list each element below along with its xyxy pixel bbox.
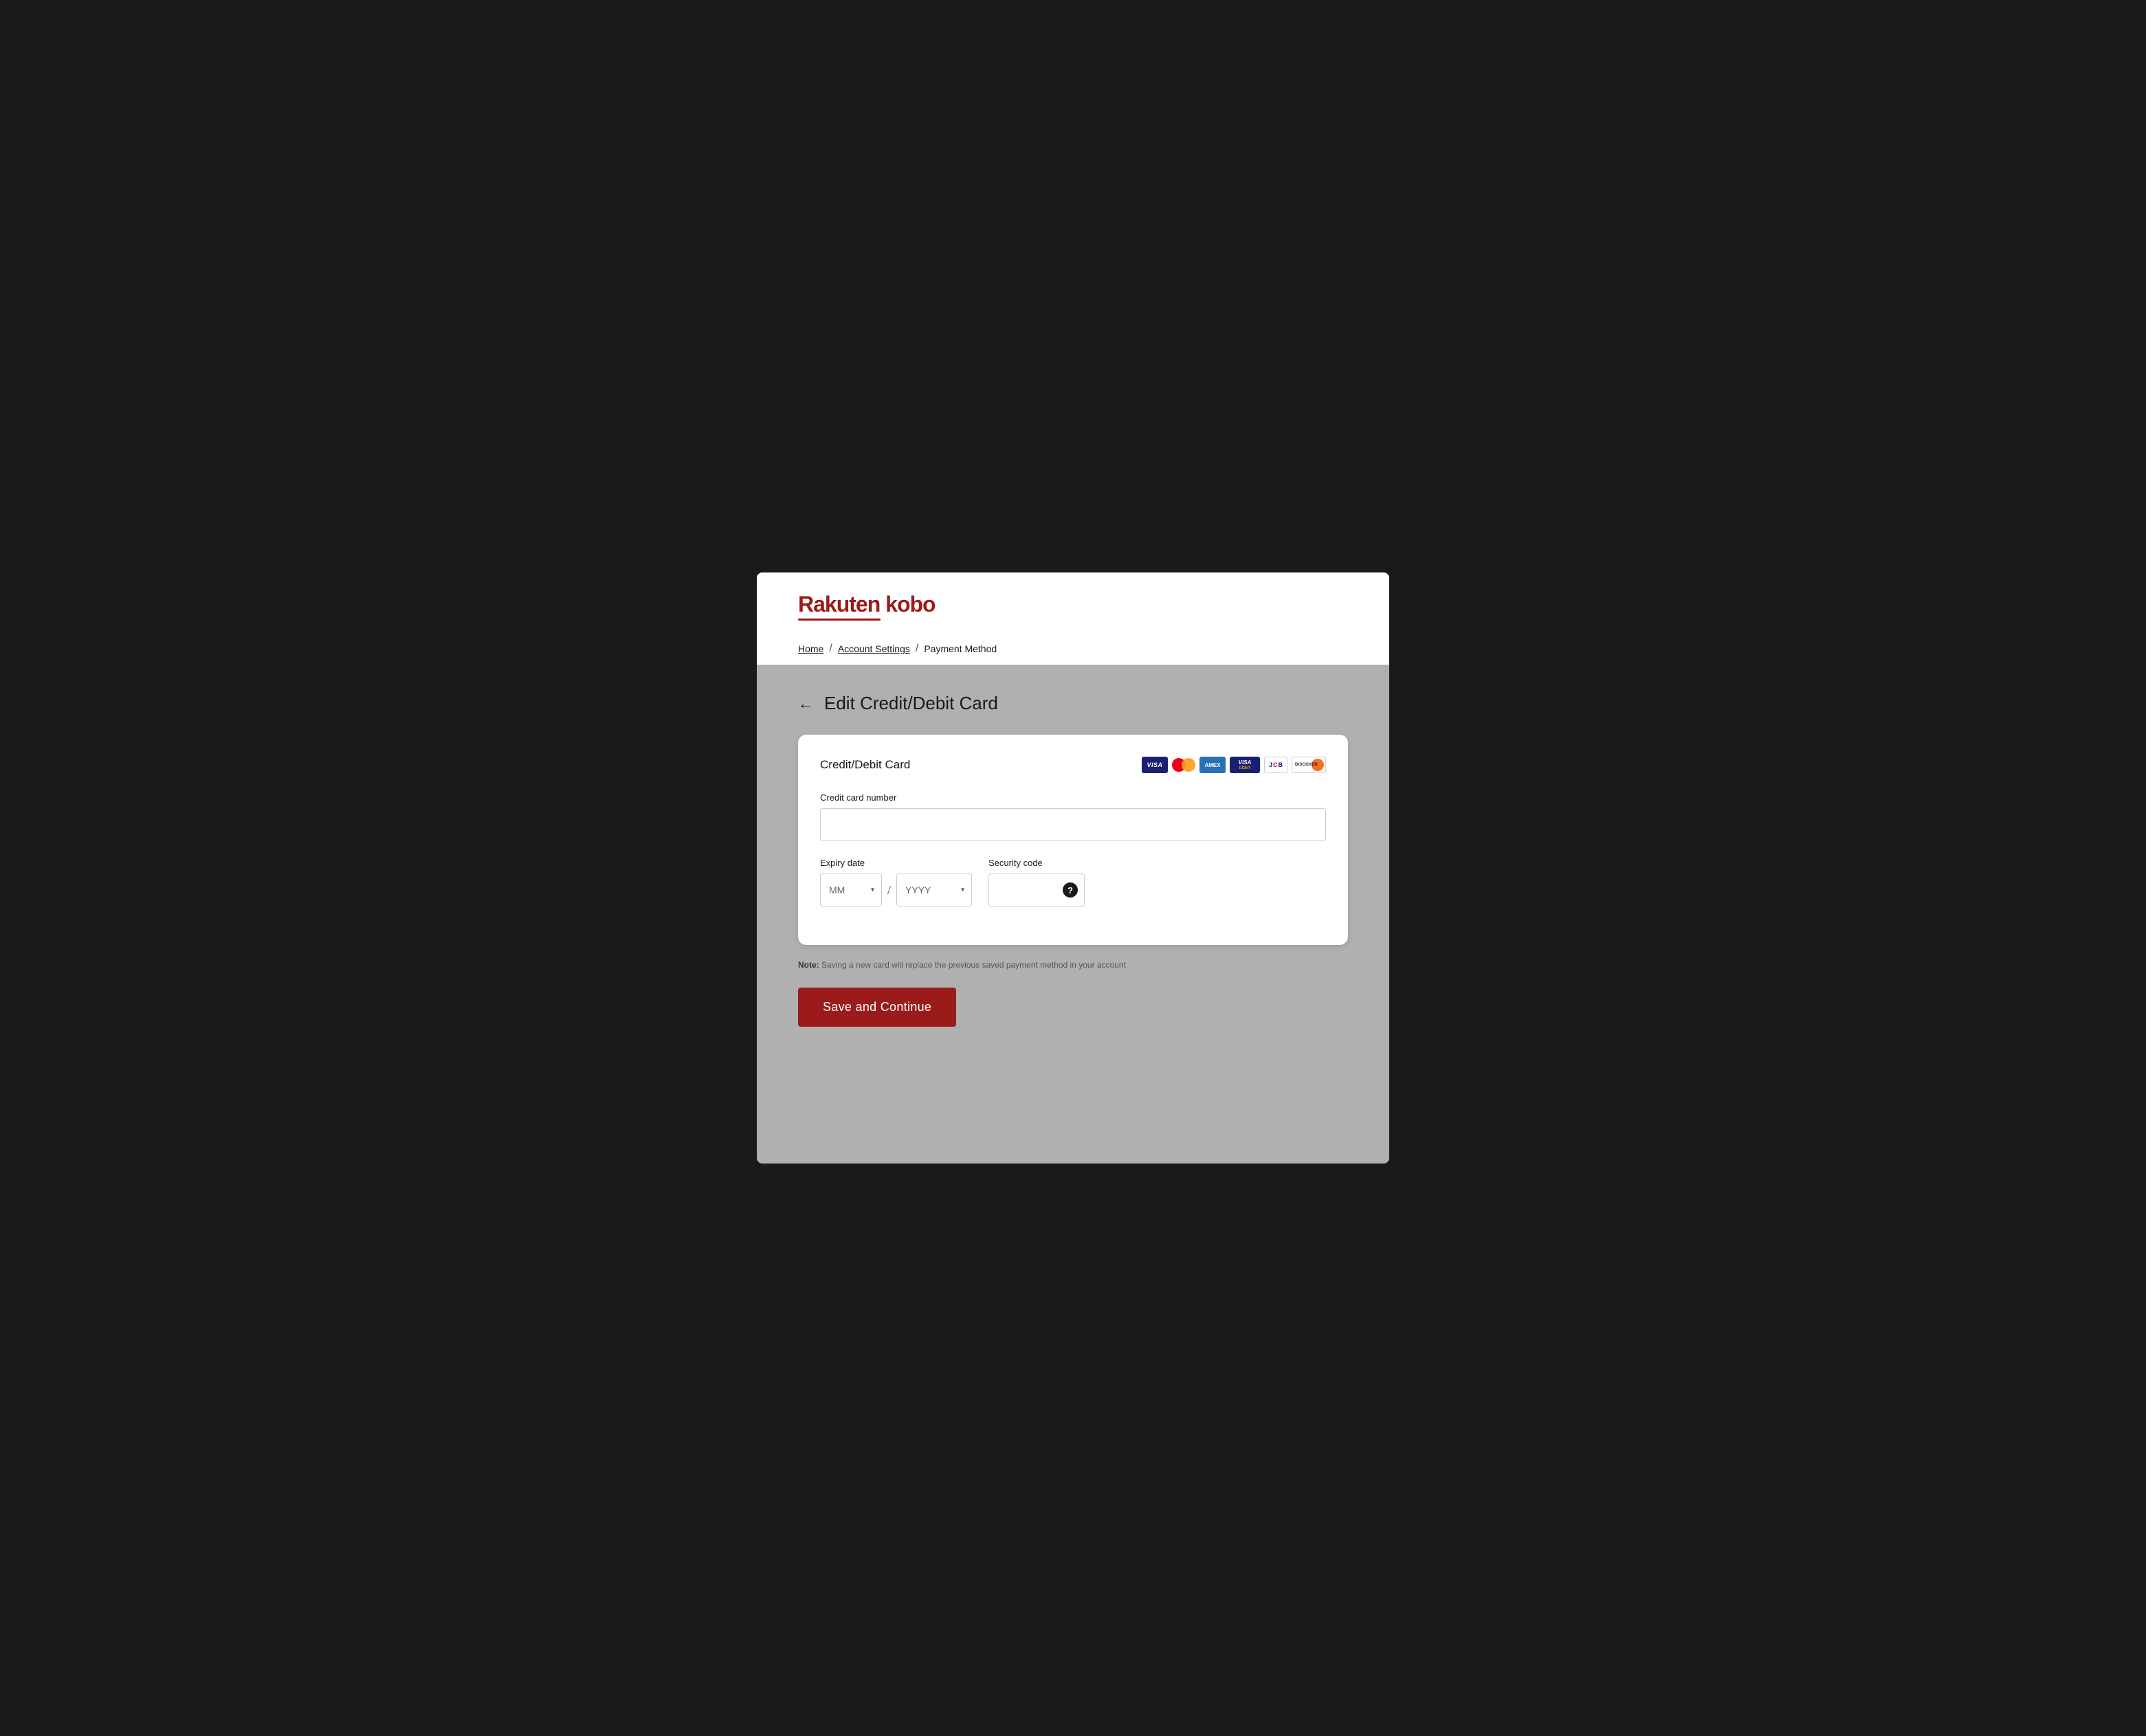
- breadcrumb-account-settings[interactable]: Account Settings: [838, 643, 910, 654]
- credit-card-number-label: Credit card number: [820, 792, 1326, 803]
- page-title: Edit Credit/Debit Card: [824, 693, 998, 714]
- card-form-header: Credit/Debit Card VISA AMEX VISA DEBIT: [820, 757, 1326, 773]
- breadcrumb-home[interactable]: Home: [798, 643, 823, 654]
- year-select-wrapper: YYYY ▾: [896, 873, 972, 906]
- note-text: Note: Saving a new card will replace the…: [798, 959, 1348, 971]
- expiry-field: Expiry date MM ▾ / YYYY ▾: [820, 858, 972, 906]
- year-select[interactable]: YYYY ▾: [896, 873, 972, 906]
- security-input-wrapper: ?: [988, 873, 1085, 906]
- breadcrumb-sep-1: /: [829, 643, 832, 655]
- security-code-label: Security code: [988, 858, 1085, 868]
- logo: Rakuten kobo: [798, 592, 1348, 621]
- expiry-group: MM ▾ / YYYY ▾: [820, 873, 972, 906]
- save-continue-button[interactable]: Save and Continue: [798, 988, 956, 1027]
- expiry-label: Expiry date: [820, 858, 972, 868]
- credit-card-number-input[interactable]: [820, 808, 1326, 841]
- breadcrumb-current: Payment Method: [924, 643, 997, 654]
- card-form-title: Credit/Debit Card: [820, 758, 910, 772]
- mastercard-icon: [1172, 757, 1195, 773]
- year-chevron-icon: ▾: [961, 887, 964, 894]
- jcb-icon: JCB: [1264, 757, 1287, 773]
- note-label: Note:: [798, 960, 819, 970]
- year-placeholder: YYYY: [905, 884, 931, 895]
- credit-card-number-field: Credit card number: [820, 792, 1326, 841]
- discover-icon: DISCOVER: [1292, 757, 1326, 773]
- logo-underline: [798, 619, 881, 621]
- back-arrow-icon[interactable]: ←: [798, 695, 813, 713]
- visa-debit-icon: VISA DEBIT: [1230, 757, 1260, 773]
- expiry-security-row: Expiry date MM ▾ / YYYY ▾: [820, 858, 1326, 923]
- card-icons: VISA AMEX VISA DEBIT JCB: [1142, 757, 1326, 773]
- month-select-wrapper: MM ▾: [820, 873, 882, 906]
- note-body: Saving a new card will replace the previ…: [821, 960, 1126, 970]
- card-form-container: Credit/Debit Card VISA AMEX VISA DEBIT: [798, 735, 1348, 945]
- amex-icon: AMEX: [1199, 757, 1226, 773]
- visa-icon: VISA: [1142, 757, 1168, 773]
- breadcrumb: Home / Account Settings / Payment Method: [798, 633, 1348, 665]
- month-placeholder: MM: [829, 884, 845, 895]
- security-help-icon[interactable]: ?: [1063, 882, 1078, 898]
- header: Rakuten kobo Home / Account Settings / P…: [757, 572, 1389, 665]
- breadcrumb-sep-2: /: [916, 643, 918, 655]
- main-content: ← Edit Credit/Debit Card Credit/Debit Ca…: [757, 665, 1389, 1054]
- security-code-field: Security code ?: [988, 858, 1085, 906]
- page-header: ← Edit Credit/Debit Card: [798, 693, 1348, 714]
- browser-window: Rakuten kobo Home / Account Settings / P…: [757, 572, 1389, 1164]
- month-chevron-icon: ▾: [871, 887, 874, 894]
- expiry-separator: /: [887, 883, 891, 898]
- logo-text[interactable]: Rakuten kobo: [798, 592, 1348, 617]
- month-select[interactable]: MM ▾: [820, 873, 882, 906]
